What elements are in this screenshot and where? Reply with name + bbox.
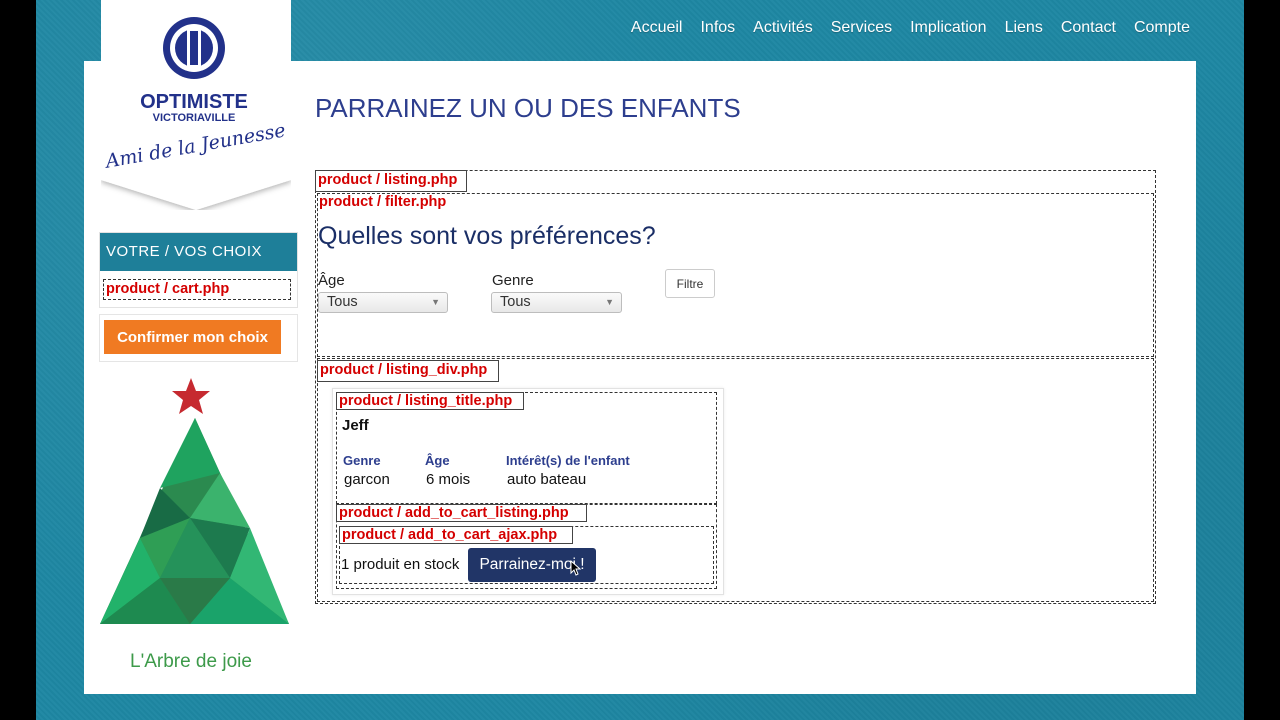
nav-compte[interactable]: Compte — [1134, 19, 1190, 37]
nav-infos[interactable]: Infos — [700, 19, 735, 37]
genre-label: Genre — [492, 272, 534, 289]
age-select[interactable]: Tous ▼ — [318, 292, 448, 313]
child-name: Jeff — [342, 417, 369, 434]
genre-value: garcon — [344, 471, 390, 488]
logo-city: VICTORIAVILLE — [153, 112, 236, 124]
nav-activites[interactable]: Activités — [753, 19, 813, 37]
age-select-value: Tous — [327, 294, 358, 310]
age-value: 6 mois — [426, 471, 471, 488]
christmas-tree-icon — [100, 378, 289, 624]
debug-add-to-cart-listing: product / add_to_cart_listing.php — [336, 504, 587, 522]
chevron-down-icon: ▼ — [605, 297, 614, 307]
debug-add-to-cart-ajax: product / add_to_cart_ajax.php — [339, 526, 573, 544]
genre-select[interactable]: Tous ▼ — [491, 292, 622, 313]
nav-implication[interactable]: Implication — [910, 19, 986, 37]
filter-section — [317, 193, 1154, 357]
page-title: PARRAINEZ UN OU DES ENFANTS — [315, 93, 741, 123]
stock-status: 1 produit en stock — [341, 556, 460, 573]
genre-select-value: Tous — [500, 294, 531, 310]
confirm-box: Confirmer mon choix — [99, 314, 298, 362]
nav-contact[interactable]: Contact — [1061, 19, 1116, 37]
mouse-cursor-icon — [570, 560, 582, 576]
interests-header: Intérêt(s) de l'enfant — [506, 453, 630, 468]
nav-accueil[interactable]: Accueil — [631, 19, 683, 37]
confirm-choice-button[interactable]: Confirmer mon choix — [104, 320, 281, 354]
nav-liens[interactable]: Liens — [1005, 19, 1043, 37]
cart-title: VOTRE / VOS CHOIX — [100, 233, 297, 271]
debug-listing: product / listing.php — [315, 170, 467, 192]
preferences-heading: Quelles sont vos préférences? — [318, 222, 656, 250]
chevron-down-icon: ▼ — [431, 297, 440, 307]
age-header: Âge — [425, 453, 450, 468]
debug-listing-title: product / listing_title.php — [336, 392, 524, 410]
logo-name: OPTIMISTE — [140, 91, 248, 113]
top-nav: Accueil Infos Activités Services Implica… — [631, 19, 1190, 37]
debug-filter: product / filter.php — [319, 194, 447, 210]
optimiste-logo[interactable]: OPTIMISTE VICTORIAVILLE Ami de la Jeunes… — [101, 0, 291, 210]
genre-header: Genre — [343, 453, 381, 468]
page-background: Accueil Infos Activités Services Implica… — [36, 0, 1244, 720]
debug-listing-div: product / listing_div.php — [317, 360, 499, 382]
optimiste-emblem-icon — [163, 17, 225, 79]
interests-value: auto bateau — [507, 471, 587, 488]
tree-label: L'Arbre de joie — [130, 651, 252, 672]
cart-debug-label: product / cart.php — [103, 279, 291, 300]
age-label: Âge — [318, 272, 345, 289]
filter-button[interactable]: Filtre — [665, 269, 715, 298]
nav-services[interactable]: Services — [831, 19, 892, 37]
